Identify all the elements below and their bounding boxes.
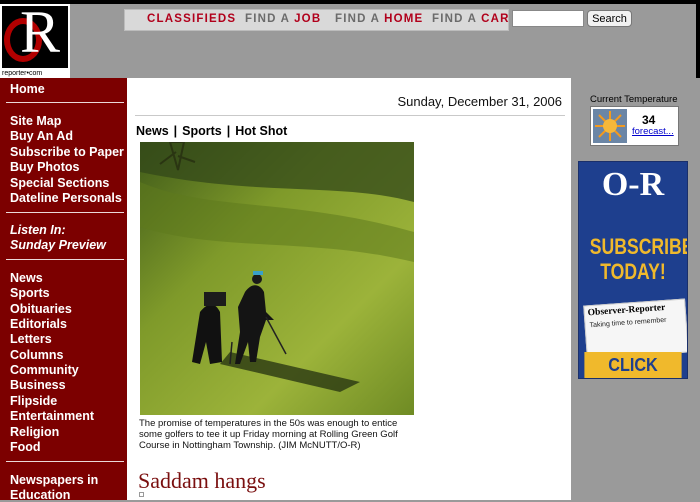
tab-separator: |	[226, 124, 231, 138]
site-logo[interactable]: R observer-reporter•com	[0, 2, 70, 78]
weather-widget[interactable]: 34 forecast...	[590, 106, 679, 146]
sidebar-divider	[6, 259, 124, 260]
sidebar-listen-title: Listen In:	[10, 223, 66, 237]
photo-caption: The promise of temperatures in the 50s w…	[139, 418, 398, 451]
tab-separator: |	[173, 124, 178, 138]
sidebar-item-obituaries[interactable]: Obituaries	[10, 302, 72, 316]
sidebar-divider	[6, 212, 124, 213]
search-input[interactable]	[512, 10, 584, 27]
sidebar-item-business[interactable]: Business	[10, 378, 66, 392]
sidebar-item-site-map[interactable]: Site Map	[10, 114, 61, 128]
sidebar-item-food[interactable]: Food	[10, 440, 41, 454]
sidebar-item-flipside[interactable]: Flipside	[10, 394, 57, 408]
ad-headline: SUBSCRIBE TODAY!	[589, 234, 688, 284]
sidebar-item-buy-an-ad[interactable]: Buy An Ad	[10, 129, 73, 143]
sidebar-item-dateline-personals[interactable]: Dateline Personals	[10, 191, 122, 205]
golf-course-photo[interactable]	[140, 142, 414, 415]
main-content: Sunday, December 31, 2006 News | Sports | Ho…	[127, 78, 571, 500]
ad-headline-line2: TODAY!	[600, 259, 666, 284]
sidebar-item-sunday-preview[interactable]: Sunday Preview	[10, 238, 106, 252]
date-divider	[135, 115, 565, 116]
page-date: Sunday, December 31, 2006	[397, 94, 562, 109]
nav-find-a-home[interactable]: FIND A HOME	[335, 13, 423, 25]
search-button[interactable]: Search	[587, 10, 632, 27]
sidebar-item-subscribe[interactable]: Subscribe to Paper	[10, 145, 124, 159]
nav-find-a-job[interactable]: FIND A JOB	[245, 13, 321, 25]
tab-news[interactable]: News	[136, 124, 169, 138]
sidebar-divider	[6, 461, 124, 462]
sidebar-item-news[interactable]: News	[10, 271, 43, 285]
ad-paper-title: Observer-Reporter	[587, 302, 666, 319]
ad-headline-line1: SUBSCRIBE	[589, 234, 688, 259]
nav-find-a-car[interactable]: FIND A CAR	[432, 13, 510, 25]
sidebar: Home Site Map Buy An Ad Subscribe to Pap…	[0, 78, 127, 502]
sidebar-item-special-sections[interactable]: Special Sections	[10, 176, 109, 190]
sidebar-item-entertainment[interactable]: Entertainment	[10, 409, 94, 423]
sidebar-item-sports[interactable]: Sports	[10, 286, 50, 300]
forecast-link[interactable]: forecast...	[632, 126, 674, 137]
logo-url-text: observer-reporter•com	[2, 63, 43, 77]
top-nav-bar: CLASSIFIEDS FIND A JOB FIND A HOME FIND …	[124, 9, 509, 31]
sidebar-item-editorials[interactable]: Editorials	[10, 317, 67, 331]
ad-logo: O-R	[601, 166, 665, 203]
temperature-label: Current Temperature	[590, 94, 678, 105]
section-tabs: News | Sports | Hot Shot	[136, 124, 287, 138]
headline-link[interactable]: Saddam hangs	[138, 468, 266, 494]
sidebar-item-religion[interactable]: Religion	[10, 425, 59, 439]
temperature-value: 34	[642, 113, 656, 127]
sun-icon	[593, 109, 627, 143]
sidebar-item-community[interactable]: Community	[10, 363, 79, 377]
logo-mark: R	[2, 2, 68, 68]
tab-sports[interactable]: Sports	[182, 124, 222, 138]
sidebar-item-letters[interactable]: Letters	[10, 332, 52, 346]
right-column: Current Temperature 34 forecast... O-R S…	[571, 78, 700, 500]
sidebar-item-columns[interactable]: Columns	[10, 348, 63, 362]
bullet-icon	[139, 492, 144, 497]
sidebar-divider	[6, 102, 124, 103]
logo-r-glyph: R	[20, 0, 61, 65]
sidebar-item-home[interactable]: Home	[10, 82, 45, 96]
nav-classifieds[interactable]: CLASSIFIEDS	[147, 13, 236, 25]
subscribe-ad[interactable]: O-R SUBSCRIBE TODAY! Observer-Reporter T…	[578, 161, 688, 379]
sidebar-item-buy-photos[interactable]: Buy Photos	[10, 160, 79, 174]
top-black-strip	[0, 0, 700, 4]
sidebar-item-newspapers-in-education[interactable]: Newspapers in	[10, 473, 98, 487]
ad-click-here-button[interactable]: CLICK HERE	[584, 352, 682, 378]
ad-newspaper-image: Observer-Reporter Taking time to remembe…	[583, 298, 687, 360]
ad-paper-line: Taking time to remember	[589, 316, 667, 330]
tab-hot-shot[interactable]: Hot Shot	[235, 124, 287, 138]
